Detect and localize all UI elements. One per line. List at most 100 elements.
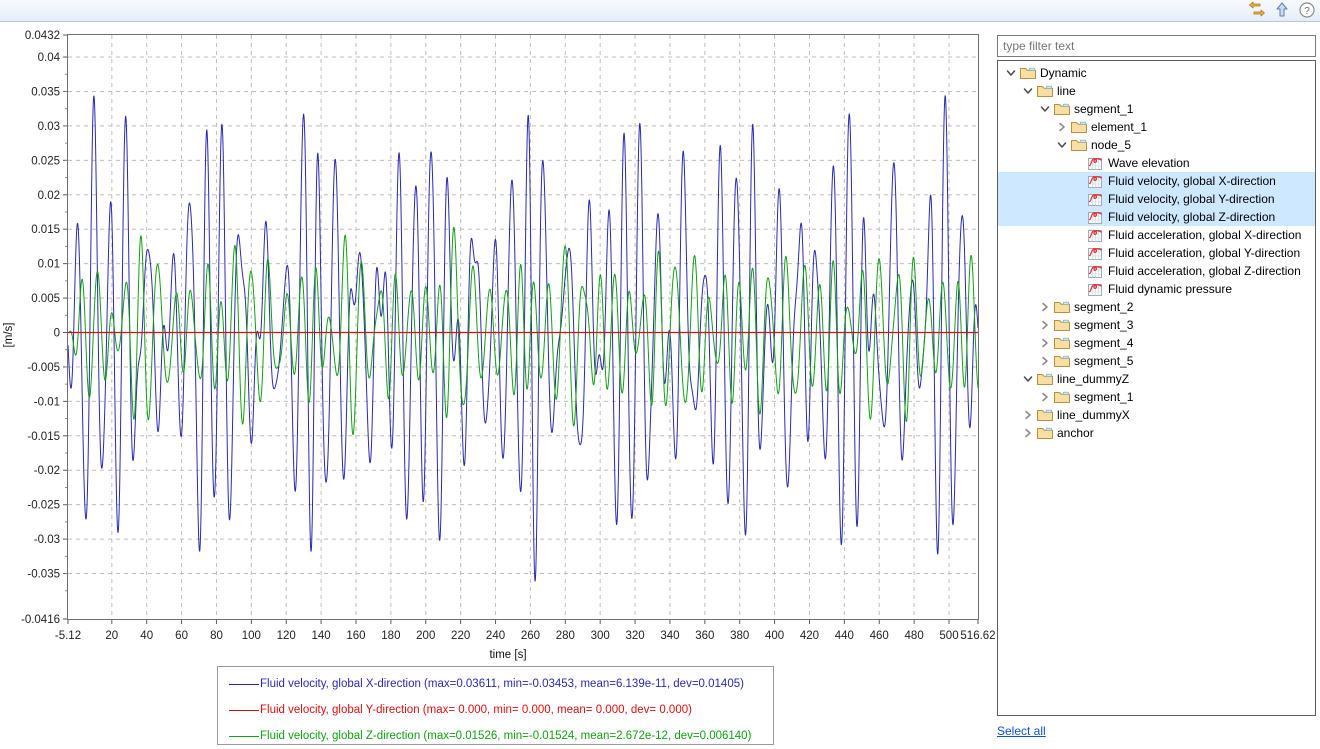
svg-text:480: 480: [905, 630, 924, 642]
svg-text:516.62: 516.62: [960, 630, 995, 642]
chevron-down-icon[interactable]: [1020, 371, 1036, 387]
legend-color-swatch-x: [229, 684, 259, 685]
tree-item-dynamic[interactable]: Dynamic: [998, 64, 1315, 82]
tree-item-label: segment_3: [1074, 317, 1133, 333]
svg-text:260: 260: [521, 630, 540, 642]
tree-item-segment-5[interactable]: segment_5: [998, 352, 1315, 370]
chevron-right-icon[interactable]: [1037, 389, 1053, 405]
tree-item-fluid-velocity-global-y-direction[interactable]: Fluid velocity, global Y-direction: [998, 190, 1315, 208]
svg-text:-0.015: -0.015: [27, 431, 60, 443]
svg-text:-0.03: -0.03: [34, 534, 60, 546]
chart-icon: [1087, 191, 1104, 207]
svg-text:0.025: 0.025: [31, 155, 60, 167]
chevron-right-icon[interactable]: [1020, 407, 1036, 423]
folder-icon: [1053, 101, 1070, 117]
tree-item-segment-3[interactable]: segment_3: [998, 316, 1315, 334]
tree-item-anchor[interactable]: anchor: [998, 424, 1315, 442]
folder-icon: [1019, 65, 1036, 81]
tree-item-label: Fluid dynamic pressure: [1108, 281, 1232, 297]
tree-item-fluid-velocity-global-z-direction[interactable]: Fluid velocity, global Z-direction: [998, 208, 1315, 226]
tree-item-segment-4[interactable]: segment_4: [998, 334, 1315, 352]
svg-text:340: 340: [660, 630, 679, 642]
chart-panel: 0.04320.040.0350.030.0250.020.0150.010.0…: [0, 22, 995, 747]
svg-text:60: 60: [175, 630, 188, 642]
chevron-right-icon[interactable]: [1037, 317, 1053, 333]
legend-item: Fluid velocity, global Y-direction (max=…: [224, 697, 767, 723]
tree-item-label: Fluid velocity, global Z-direction: [1108, 209, 1275, 225]
tree-item-label: line_dummyX: [1057, 407, 1130, 423]
chevron-right-icon[interactable]: [1020, 425, 1036, 441]
legend-item: Fluid velocity, global X-direction (max=…: [224, 671, 767, 697]
chevron-down-icon[interactable]: [1037, 101, 1053, 117]
tree-item-node-5[interactable]: node_5: [998, 136, 1315, 154]
tree-item-fluid-acceleration-global-y-direction[interactable]: Fluid acceleration, global Y-direction: [998, 244, 1315, 262]
folder-icon: [1053, 299, 1070, 315]
svg-text:40: 40: [140, 630, 153, 642]
svg-text:180: 180: [381, 630, 400, 642]
help-icon[interactable]: ?: [1298, 1, 1316, 19]
timeseries-plot[interactable]: 0.04320.040.0350.030.0250.020.0150.010.0…: [0, 22, 995, 747]
chart-icon: [1087, 281, 1104, 297]
svg-text:-0.025: -0.025: [27, 500, 60, 512]
svg-text:0.035: 0.035: [31, 86, 60, 98]
svg-text:20: 20: [105, 630, 118, 642]
tree-item-label: segment_2: [1074, 299, 1133, 315]
tree-item-line-dummyx[interactable]: line_dummyX: [998, 406, 1315, 424]
legend-label-y: Fluid velocity, global Y-direction (max=…: [260, 704, 692, 716]
tree-item-label: segment_5: [1074, 353, 1133, 369]
tree-item-line[interactable]: line: [998, 82, 1315, 100]
tree-item-label: Dynamic: [1040, 65, 1087, 81]
up-arrow-icon[interactable]: [1273, 1, 1291, 19]
tree-item-label: Fluid velocity, global X-direction: [1108, 173, 1276, 189]
sync-arrows-icon[interactable]: [1248, 1, 1266, 19]
legend-color-swatch-y: [229, 710, 259, 711]
filter-input[interactable]: [997, 35, 1316, 57]
folder-icon: [1070, 119, 1087, 135]
chart-icon: [1087, 245, 1104, 261]
svg-text:140: 140: [312, 630, 331, 642]
tree-item-fluid-acceleration-global-x-direction[interactable]: Fluid acceleration, global X-direction: [998, 226, 1315, 244]
svg-text:200: 200: [416, 630, 435, 642]
tree-item-segment-1[interactable]: segment_1: [998, 388, 1315, 406]
tree-item-fluid-acceleration-global-z-direction[interactable]: Fluid acceleration, global Z-direction: [998, 262, 1315, 280]
svg-text:0.03: 0.03: [38, 121, 60, 133]
chevron-right-icon[interactable]: [1037, 353, 1053, 369]
tree-item-label: Fluid velocity, global Y-direction: [1108, 191, 1275, 207]
chart-icon: [1087, 227, 1104, 243]
svg-text:380: 380: [730, 630, 749, 642]
svg-text:0.015: 0.015: [31, 224, 60, 236]
tree-item-fluid-velocity-global-x-direction[interactable]: Fluid velocity, global X-direction: [998, 172, 1315, 190]
folder-icon: [1053, 389, 1070, 405]
legend-label-x: Fluid velocity, global X-direction (max=…: [260, 678, 744, 690]
chevron-right-icon[interactable]: [1054, 119, 1070, 135]
tree-item-line-dummyz[interactable]: line_dummyZ: [998, 370, 1315, 388]
folder-icon: [1036, 83, 1053, 99]
tree-item-label: element_1: [1091, 119, 1147, 135]
chevron-right-icon[interactable]: [1037, 299, 1053, 315]
folder-icon: [1036, 425, 1053, 441]
chevron-down-icon[interactable]: [1020, 83, 1036, 99]
tree-item-label: segment_1: [1074, 389, 1133, 405]
svg-text:?: ?: [1304, 6, 1310, 17]
svg-text:440: 440: [835, 630, 854, 642]
tree-item-element-1[interactable]: element_1: [998, 118, 1315, 136]
tree-item-wave-elevation[interactable]: Wave elevation: [998, 154, 1315, 172]
tree-item-segment-1[interactable]: segment_1: [998, 100, 1315, 118]
chevron-right-icon[interactable]: [1037, 335, 1053, 351]
svg-text:-0.005: -0.005: [27, 362, 60, 374]
tree-item-label: line: [1057, 83, 1076, 99]
svg-text:460: 460: [870, 630, 889, 642]
plot-legend: Fluid velocity, global X-direction (max=…: [217, 666, 774, 745]
tree-item-label: node_5: [1091, 137, 1131, 153]
legend-label-z: Fluid velocity, global Z-direction (max=…: [260, 730, 751, 742]
svg-text:420: 420: [800, 630, 819, 642]
select-all-link[interactable]: Select all: [997, 724, 1046, 738]
y-axis-title: [m/s]: [3, 323, 15, 348]
chevron-down-icon[interactable]: [1054, 137, 1070, 153]
tree-item-segment-2[interactable]: segment_2: [998, 298, 1315, 316]
toolbar-icon-group: ?: [1248, 1, 1316, 19]
tree-item-fluid-dynamic-pressure[interactable]: Fluid dynamic pressure: [998, 280, 1315, 298]
chevron-down-icon[interactable]: [1003, 65, 1019, 81]
variable-tree[interactable]: Dynamic line segment_1 element_1 node_5 …: [997, 60, 1316, 716]
folder-icon: [1053, 353, 1070, 369]
